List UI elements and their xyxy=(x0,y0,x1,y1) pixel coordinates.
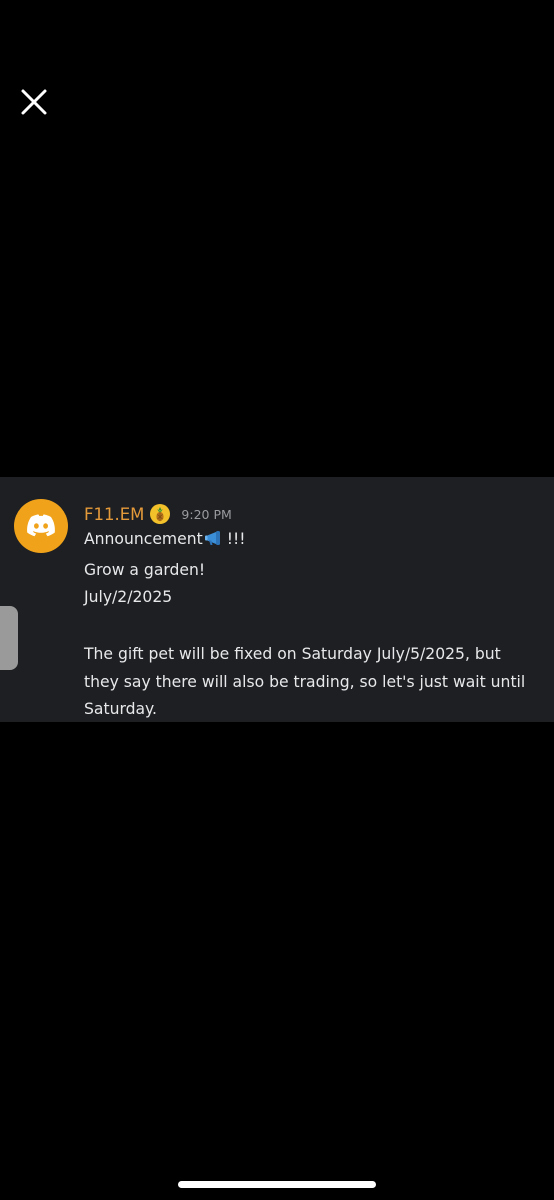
message-content: Announcement !!! Grow a garden! July/2/2… xyxy=(84,526,536,724)
side-drag-handle[interactable] xyxy=(0,606,18,670)
date-line: July/2/2025 xyxy=(84,588,173,606)
discord-logo-icon xyxy=(27,514,55,537)
announcement-line: Announcement !!! xyxy=(84,526,536,557)
message-header: F11.EM 9:20 PM xyxy=(84,502,232,526)
megaphone-icon xyxy=(204,529,226,557)
message-paragraph: The gift pet will be fixed on Saturday J… xyxy=(84,645,526,718)
author-name[interactable]: F11.EM xyxy=(84,505,144,524)
announcement-suffix: !!! xyxy=(226,530,246,548)
close-button[interactable] xyxy=(18,86,50,118)
role-badge[interactable] xyxy=(150,504,171,524)
avatar[interactable] xyxy=(14,499,68,553)
announcement-text: Announcement xyxy=(84,530,203,548)
message-timestamp: 9:20 PM xyxy=(181,506,232,522)
pineapple-icon xyxy=(156,507,165,522)
close-icon xyxy=(21,89,47,115)
grow-line: Grow a garden! xyxy=(84,560,206,579)
home-indicator[interactable] xyxy=(178,1181,376,1188)
